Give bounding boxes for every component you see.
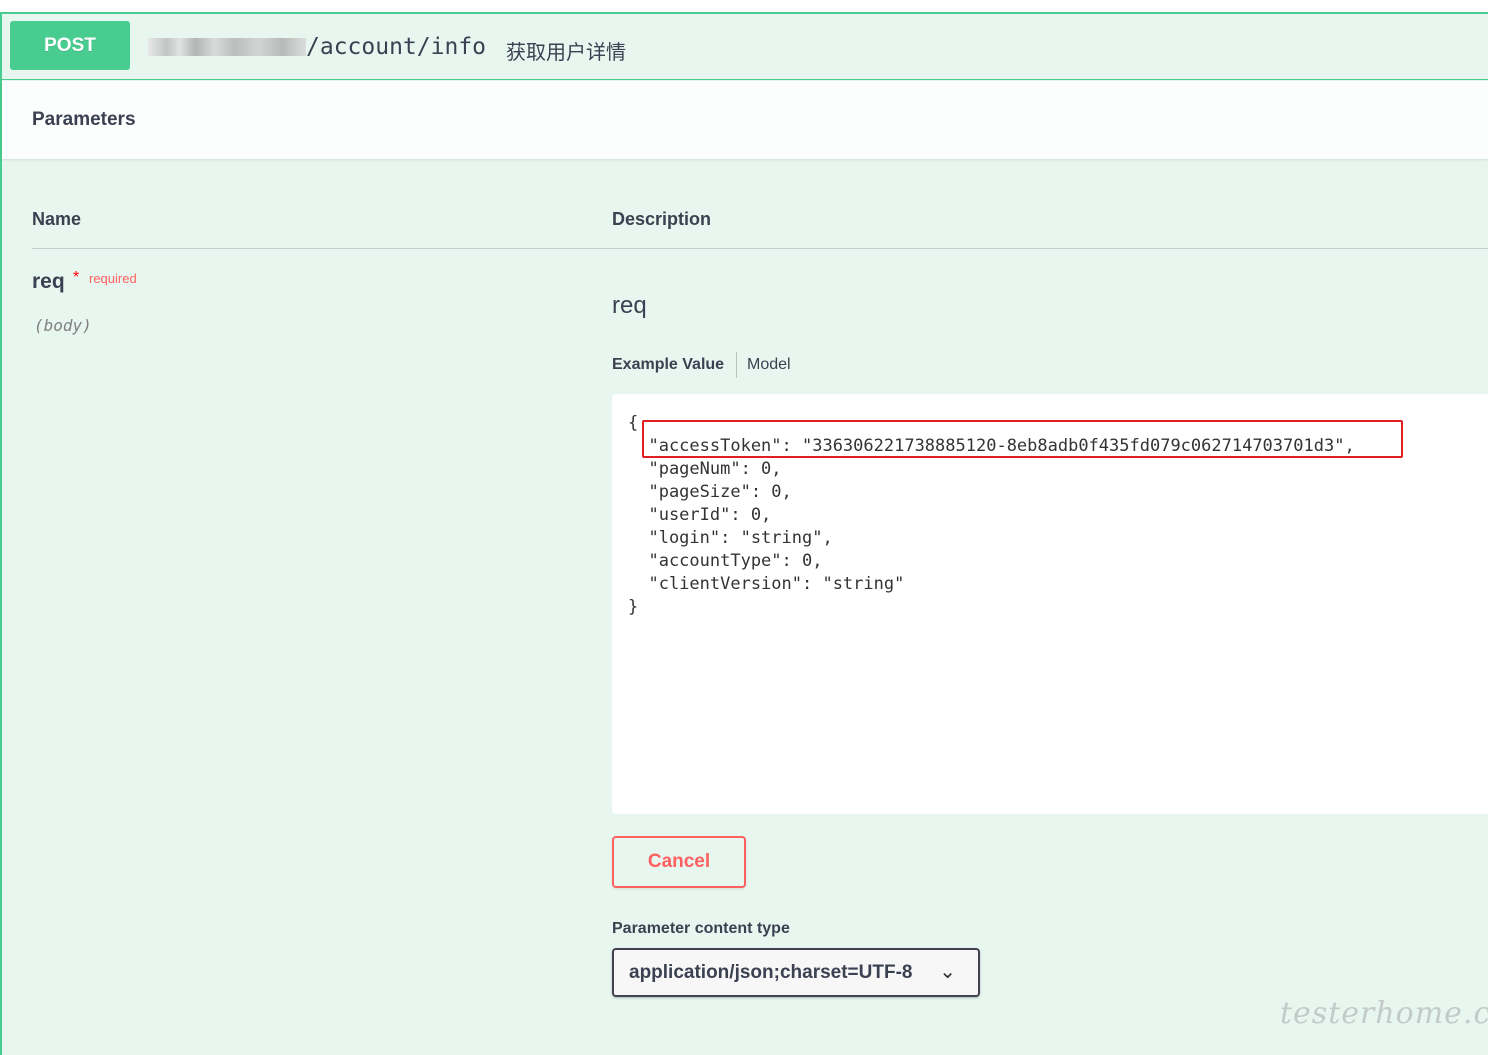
operation-summary[interactable]: POST /account/info 获取用户详情 <box>2 14 1488 80</box>
column-header-description: Description <box>612 209 712 229</box>
operation-path: /account/info <box>306 34 487 60</box>
cancel-button[interactable]: Cancel <box>612 836 746 888</box>
header-divider <box>32 248 1488 249</box>
operation-block: POST /account/info 获取用户详情 Parameters Nam… <box>0 12 1488 1055</box>
parameters-header: Parameters <box>2 81 1488 159</box>
required-label: required <box>89 271 137 286</box>
required-star: * <box>73 269 80 286</box>
operation-description: 获取用户详情 <box>506 42 626 64</box>
content-type-value: application/json;charset=UTF-8 <box>629 962 913 983</box>
parameters-title: Parameters <box>32 109 136 130</box>
chevron-down-icon: ⌄ <box>939 961 956 983</box>
example-value-editor[interactable]: { "accessToken": "336306221738885120-8eb… <box>612 394 1488 814</box>
access-token-highlight <box>642 420 1403 458</box>
parameter-name: req <box>32 270 65 293</box>
content-type-select[interactable]: application/json;charset=UTF-8 ⌄ <box>612 948 980 997</box>
tab-example-value[interactable]: Example Value <box>612 356 724 374</box>
tab-divider <box>736 352 737 378</box>
parameter-description: req <box>612 292 647 319</box>
tab-model[interactable]: Model <box>747 356 791 374</box>
blurred-path-prefix <box>148 38 306 56</box>
method-badge: POST <box>10 21 130 70</box>
content-type-label: Parameter content type <box>612 920 790 937</box>
parameter-in: (body) <box>34 316 92 335</box>
column-header-name: Name <box>32 209 82 229</box>
watermark: testerhome.com <box>1280 996 1488 1031</box>
